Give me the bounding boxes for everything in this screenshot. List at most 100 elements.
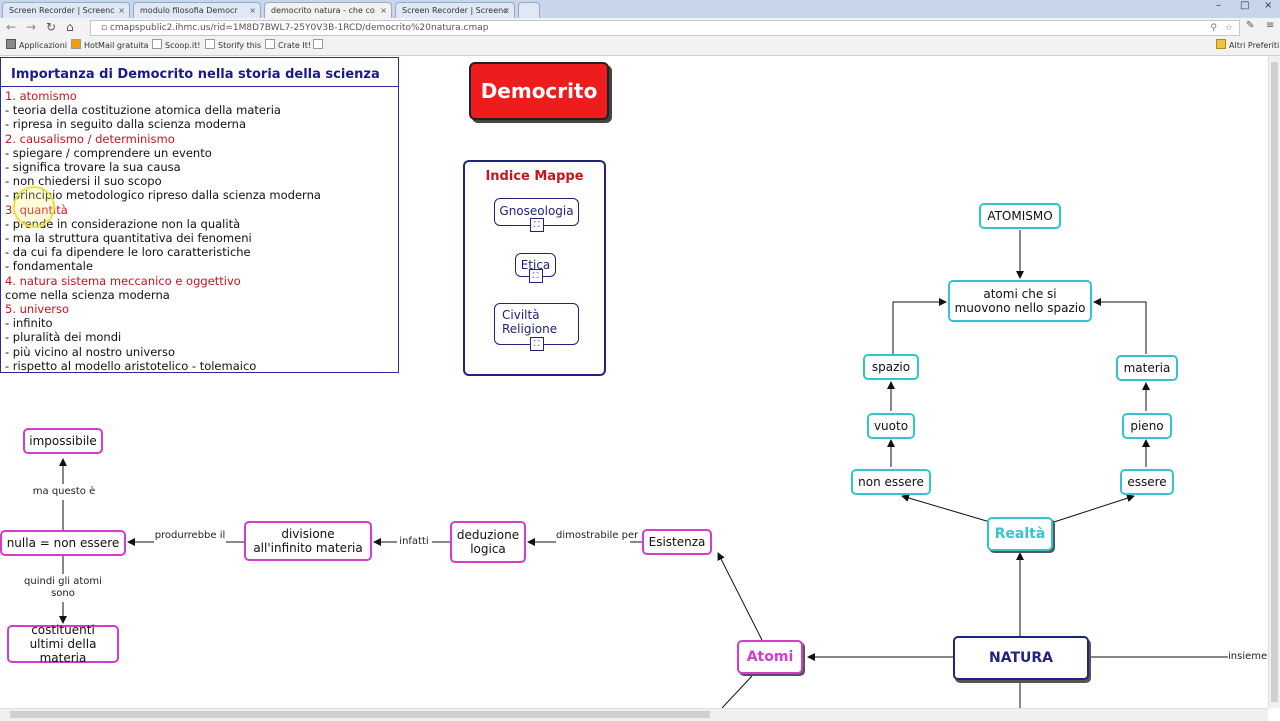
- page-icon: [265, 39, 275, 49]
- title-node[interactable]: Democrito: [469, 62, 609, 120]
- vertical-scrollbar[interactable]: [1268, 56, 1280, 708]
- node-atomi-spazio[interactable]: atomi che si muovono nello spazio: [948, 280, 1092, 322]
- list-item: - non chiedersi il suo scopo: [5, 174, 162, 189]
- apps-icon: [6, 39, 16, 49]
- node-pieno[interactable]: pieno: [1122, 413, 1172, 439]
- list-item: - significa trovare la sua causa: [5, 160, 181, 175]
- tab-label: Screen Recorder | Screenc: [402, 6, 508, 15]
- edge-materia-atomi: [1093, 298, 1147, 354]
- link-label-dimostrabile: dimostrabile per: [556, 530, 639, 542]
- node-vuoto[interactable]: vuoto: [867, 413, 915, 439]
- maximize-icon[interactable]: □: [1240, 0, 1249, 11]
- windows-icon: [71, 39, 81, 49]
- edge-atomi-down: [721, 675, 753, 708]
- back-icon[interactable]: ←: [6, 20, 16, 34]
- tab-label: Screen Recorder | Screenc: [9, 6, 115, 15]
- bookmark-scoopit[interactable]: Scoop.it!: [152, 38, 200, 54]
- other-bookmarks[interactable]: Altri Preferiti: [1216, 38, 1279, 54]
- list-item: - fondamentale: [5, 259, 93, 274]
- node-realta[interactable]: Realtà: [987, 517, 1053, 551]
- page-icon: [205, 39, 215, 49]
- list-item: - da cui fa dipendere le loro caratteris…: [5, 245, 251, 260]
- map-link-etica[interactable]: Etica ⛶: [515, 253, 556, 283]
- map-link-icon[interactable]: ⛶: [528, 269, 543, 283]
- forward-icon[interactable]: →: [26, 20, 36, 34]
- node-costituenti[interactable]: costituenti ultimi della materia: [7, 623, 119, 665]
- info-list: 1. atomismo - teoria della costituzione …: [5, 89, 321, 373]
- tab-label: democrito natura - che co: [271, 6, 375, 15]
- list-item: - ma la struttura quantitativa dei fenom…: [5, 231, 252, 246]
- close-icon[interactable]: ×: [249, 3, 256, 18]
- list-item: 4. natura sistema meccanico e oggettivo: [5, 273, 241, 288]
- url-text: cmapspublic2.ihmc.us/rid=1M8D7BWL7-25Y0V…: [109, 23, 489, 33]
- bookmark-apps[interactable]: Applicazioni: [6, 38, 67, 54]
- bookmark-hotmail[interactable]: HotMail gratuita: [71, 38, 149, 54]
- node-atomi[interactable]: Atomi: [737, 640, 803, 674]
- close-icon[interactable]: ×: [380, 3, 387, 18]
- new-tab-button[interactable]: [518, 2, 540, 18]
- tab-bar: Screen Recorder | Screenc × modulo filoso…: [0, 0, 1280, 18]
- tab-3-active[interactable]: democrito natura - che co ×: [264, 2, 392, 18]
- bookmark-crateit[interactable]: Crate It!: [265, 38, 311, 54]
- node-nulla[interactable]: nulla = non essere: [0, 530, 126, 556]
- node-divisione[interactable]: divisione all'infinito materia: [244, 521, 372, 561]
- tab-label: modulo filosofia Democr: [140, 6, 238, 15]
- home-icon[interactable]: ⌂: [66, 20, 74, 34]
- close-window-icon[interactable]: ×: [1264, 0, 1272, 11]
- list-item: come nella scienza moderna: [5, 287, 170, 302]
- page-icon: [152, 39, 162, 49]
- edge-realta-nonessere: [901, 494, 991, 523]
- close-icon[interactable]: ×: [503, 3, 510, 18]
- page-icon: [313, 39, 323, 49]
- address-bar[interactable]: ▫ cmapspublic2.ihmc.us/rid=1M8D7BWL7-25Y…: [90, 20, 1240, 36]
- map-index-title: Indice Mappe: [485, 169, 584, 184]
- reload-icon[interactable]: ↻: [46, 20, 56, 34]
- edge-spazio-atomi: [892, 298, 947, 354]
- tab-4[interactable]: Screen Recorder | Screenc ×: [395, 2, 515, 18]
- link-label-produrrebbe: produrrebbe il: [154, 530, 226, 542]
- scroll-thumb[interactable]: [10, 711, 710, 718]
- node-impossibile[interactable]: impossibile: [23, 428, 103, 454]
- edge-realta-essere: [1053, 494, 1135, 523]
- link-label-infatti: infatti: [397, 536, 431, 548]
- scroll-thumb[interactable]: [1271, 62, 1278, 702]
- list-item: - rispetto al modello aristotelico - tol…: [5, 358, 257, 373]
- page-icon: ▫: [101, 23, 110, 33]
- node-non-essere[interactable]: non essere: [851, 469, 931, 495]
- node-natura[interactable]: NATURA: [953, 636, 1089, 680]
- tab-1[interactable]: Screen Recorder | Screenc ×: [2, 2, 130, 18]
- map-link-icon[interactable]: ⛶: [529, 337, 544, 351]
- bookmarks-bar: Applicazioni HotMail gratuita Scoop.it! …: [0, 38, 1280, 56]
- folder-icon: [1216, 39, 1226, 49]
- node-essere[interactable]: essere: [1120, 469, 1174, 495]
- list-item: - più vicino al nostro universo: [5, 344, 176, 359]
- list-item: - prende in considerazione non la qualit…: [5, 216, 241, 231]
- node-atomismo[interactable]: ATOMISMO: [979, 203, 1061, 229]
- info-panel: Importanza di Democrito nella storia del…: [0, 57, 399, 373]
- bookmark-storify[interactable]: Storify this: [205, 38, 261, 54]
- node-deduzione[interactable]: deduzione logica: [450, 521, 526, 563]
- list-item: - ripresa in seguito dalla scienza moder…: [5, 117, 246, 132]
- extension-icon[interactable]: ✎: [1246, 20, 1254, 31]
- horizontal-scrollbar[interactable]: [0, 708, 1268, 721]
- cursor-highlight: [13, 186, 55, 228]
- list-item: 5. universo: [5, 302, 70, 317]
- node-spazio[interactable]: spazio: [863, 354, 919, 380]
- star-icon[interactable]: ☆: [1225, 21, 1233, 35]
- list-item: - pluralità dei mondi: [5, 330, 122, 345]
- edge-atomi-esistenza: [717, 552, 763, 641]
- node-esistenza[interactable]: Esistenza: [642, 529, 712, 555]
- node-materia[interactable]: materia: [1116, 355, 1178, 381]
- list-item: - infinito: [5, 316, 53, 331]
- list-item: - spiegare / comprendere un evento: [5, 145, 212, 160]
- concept-map-canvas: Importanza di Democrito nella storia del…: [0, 56, 1268, 708]
- search-icon[interactable]: ⚲: [1210, 21, 1217, 35]
- map-link-civilta-religione[interactable]: Civiltà Religione ⛶: [494, 303, 579, 351]
- close-icon[interactable]: ×: [118, 3, 125, 18]
- bookmark-blank[interactable]: [313, 38, 326, 54]
- tab-2[interactable]: modulo filosofia Democr ×: [133, 2, 261, 18]
- map-link-gnoseologia[interactable]: Gnoseologia ⛶: [494, 198, 579, 232]
- minimize-icon[interactable]: –: [1216, 0, 1221, 11]
- map-link-icon[interactable]: ⛶: [529, 218, 544, 232]
- menu-icon[interactable]: ≡: [1266, 20, 1274, 31]
